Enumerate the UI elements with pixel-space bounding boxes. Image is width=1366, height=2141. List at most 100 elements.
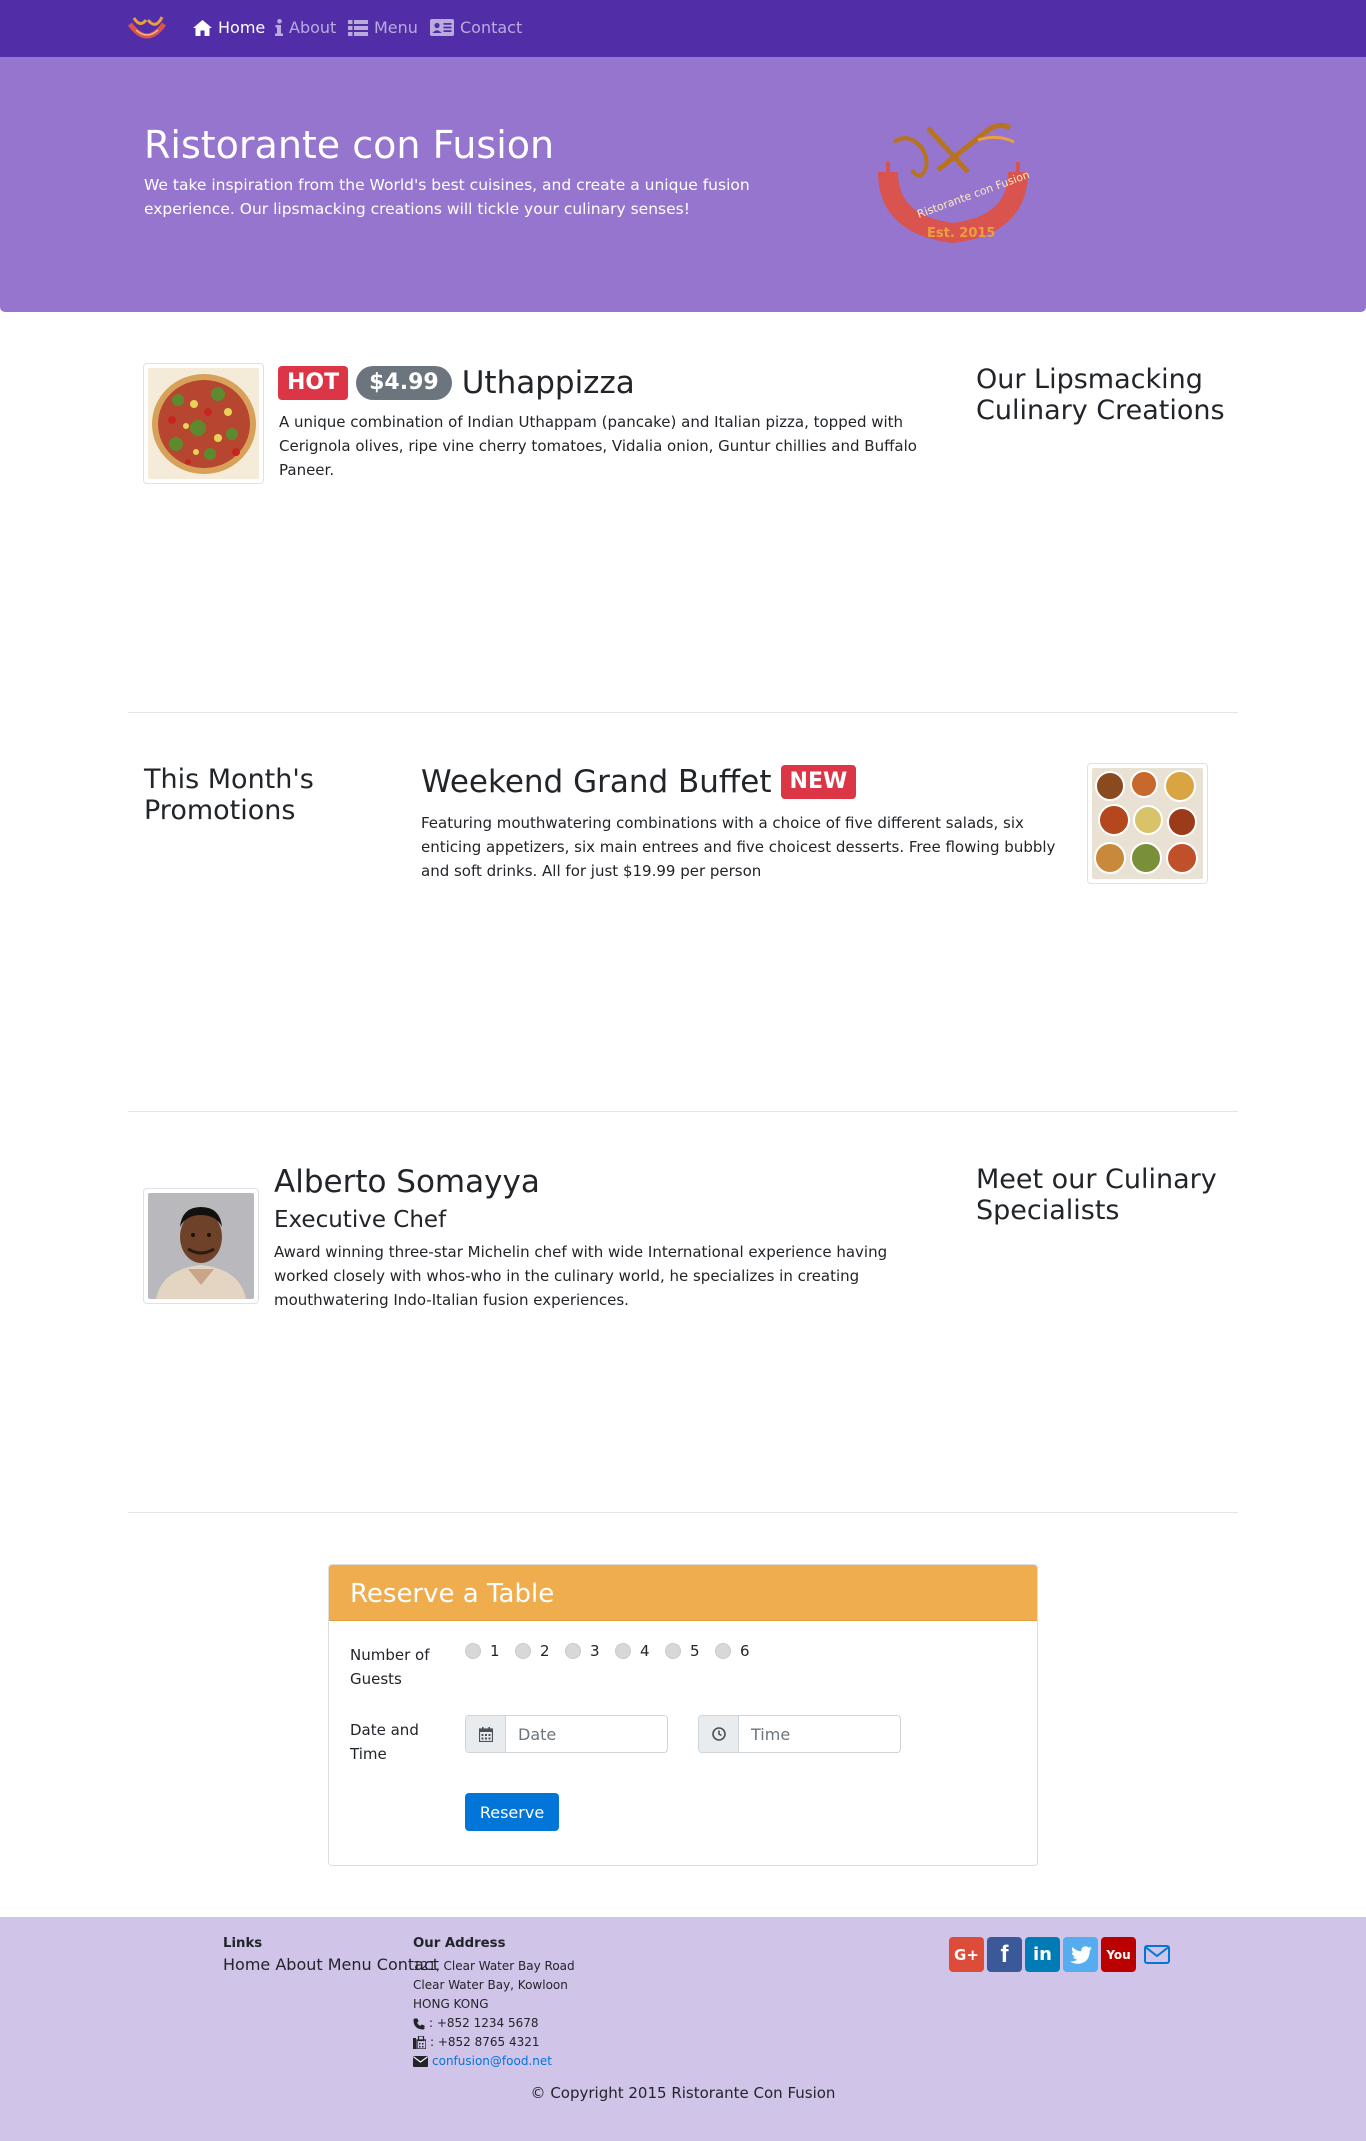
facebook-icon[interactable]: f bbox=[987, 1937, 1022, 1972]
chef-photo bbox=[148, 1193, 254, 1299]
google-plus-icon[interactable]: G+ bbox=[949, 1937, 984, 1972]
section-divider bbox=[128, 1111, 1238, 1112]
guest-option-4[interactable]: 4 bbox=[615, 1642, 650, 1660]
linkedin-icon[interactable]: in bbox=[1025, 1937, 1060, 1972]
youtube-glyph: You bbox=[1106, 1947, 1131, 1962]
radio-button[interactable] bbox=[665, 1643, 681, 1659]
jumbotron-title: Ristorante con Fusion bbox=[144, 123, 555, 167]
reserve-button[interactable]: Reserve bbox=[465, 1793, 559, 1831]
fax-number: : +852 8765 4321 bbox=[430, 2035, 540, 2049]
radio-button[interactable] bbox=[465, 1643, 481, 1659]
jumbotron-text: We take inspiration from the World's bes… bbox=[144, 176, 750, 218]
radio-button[interactable] bbox=[565, 1643, 581, 1659]
google-plus-glyph: G+ bbox=[954, 1945, 979, 1964]
datetime-label: Date and Time bbox=[350, 1721, 419, 1763]
nav-about[interactable]: About bbox=[275, 18, 336, 37]
brand-logo-icon[interactable] bbox=[126, 14, 168, 44]
nav-home-label: Home bbox=[218, 18, 266, 37]
dish-side-heading: Our Lipsmacking Culinary Creations bbox=[976, 364, 1225, 426]
nav-menu[interactable]: Menu bbox=[348, 18, 418, 37]
linkedin-glyph: in bbox=[1033, 1944, 1052, 1965]
section-divider bbox=[128, 712, 1238, 713]
price-badge: $4.99 bbox=[356, 366, 452, 400]
nav-home[interactable]: Home bbox=[193, 18, 265, 37]
footer-links: Links Home About Menu Contact bbox=[223, 1936, 439, 1974]
promotion-side-heading: This Month's Promotions bbox=[144, 764, 314, 826]
guest-option-label: 4 bbox=[640, 1642, 650, 1660]
restaurant-logo: Ristorante con Fusion Est. 2015 bbox=[878, 120, 1053, 245]
promotion-description: Featuring mouthwatering combinations wit… bbox=[421, 814, 1056, 880]
radio-button[interactable] bbox=[515, 1643, 531, 1659]
twitter-icon[interactable] bbox=[1063, 1937, 1098, 1972]
dish-name: Uthappizza bbox=[461, 365, 635, 401]
envelope-icon bbox=[413, 2056, 428, 2067]
buffet-image bbox=[1092, 768, 1203, 879]
mail-icon[interactable] bbox=[1139, 1937, 1174, 1972]
guest-option-label: 1 bbox=[490, 1642, 500, 1660]
fax-line: : +852 8765 4321 bbox=[413, 2033, 575, 2052]
phone-icon bbox=[413, 2018, 425, 2029]
radio-button[interactable] bbox=[615, 1643, 631, 1659]
facebook-glyph: f bbox=[1000, 1940, 1009, 1968]
new-badge: NEW bbox=[780, 765, 857, 799]
guest-option-6[interactable]: 6 bbox=[715, 1642, 750, 1660]
clock-icon bbox=[699, 1716, 739, 1752]
address-line: HONG KONG bbox=[413, 1997, 489, 2011]
info-icon bbox=[275, 19, 283, 36]
promotion-name: Weekend Grand Buffet bbox=[421, 764, 772, 800]
date-input[interactable] bbox=[506, 1716, 666, 1752]
phone-number: : +852 1234 5678 bbox=[429, 2016, 539, 2030]
address-card-icon bbox=[430, 19, 454, 36]
guest-option-5[interactable]: 5 bbox=[665, 1642, 700, 1660]
navbar: Home About Menu Contact bbox=[0, 0, 1366, 57]
hot-badge: HOT bbox=[278, 366, 349, 400]
footer-address: Our Address 121, Clear Water Bay Road Cl… bbox=[413, 1936, 575, 2071]
dish-heading: HOT $4.99 Uthappizza bbox=[278, 365, 635, 401]
leader-designation: Executive Chef bbox=[274, 1207, 447, 1233]
guest-option-label: 6 bbox=[740, 1642, 750, 1660]
guest-option-3[interactable]: 3 bbox=[565, 1642, 600, 1660]
reserve-title: Reserve a Table bbox=[350, 1579, 555, 1609]
reserve-card: Reserve a Table Number of Guests 1 2 3 4… bbox=[328, 1564, 1038, 1866]
address-line: Clear Water Bay, Kowloon bbox=[413, 1978, 568, 1992]
radio-button[interactable] bbox=[715, 1643, 731, 1659]
calendar-icon bbox=[466, 1716, 506, 1752]
phone-line: : +852 1234 5678 bbox=[413, 2014, 575, 2033]
address-heading: Our Address bbox=[413, 1936, 506, 1951]
promotion-heading: Weekend Grand Buffet NEW bbox=[421, 764, 857, 800]
nav-menu-label: Menu bbox=[374, 18, 418, 37]
dish-description: A unique combination of Indian Uthappam … bbox=[279, 413, 917, 479]
footer-link-menu[interactable]: Menu bbox=[328, 1955, 372, 1974]
time-input[interactable] bbox=[739, 1716, 899, 1752]
logo-est: Est. 2015 bbox=[927, 226, 996, 241]
email-link[interactable]: confusion@food.net bbox=[432, 2052, 552, 2071]
promotion-thumbnail bbox=[1087, 763, 1208, 884]
footer-link-about[interactable]: About bbox=[275, 1955, 322, 1974]
guest-option-1[interactable]: 1 bbox=[465, 1642, 500, 1660]
nav-contact[interactable]: Contact bbox=[430, 18, 522, 37]
list-icon bbox=[348, 19, 368, 36]
guest-option-label: 2 bbox=[540, 1642, 550, 1660]
dish-thumbnail bbox=[143, 363, 264, 484]
address-line: 121, Clear Water Bay Road bbox=[413, 1959, 575, 1973]
email-line: confusion@food.net bbox=[413, 2052, 575, 2071]
leader-side-heading: Meet our Culinary Specialists bbox=[976, 1164, 1217, 1226]
links-heading: Links bbox=[223, 1936, 263, 1951]
leader-description: Award winning three-star Michelin chef w… bbox=[274, 1243, 888, 1309]
guest-option-2[interactable]: 2 bbox=[515, 1642, 550, 1660]
leader-name: Alberto Somayya bbox=[274, 1164, 540, 1200]
guest-option-label: 5 bbox=[690, 1642, 700, 1660]
leader-thumbnail bbox=[143, 1188, 259, 1304]
section-divider bbox=[128, 1512, 1238, 1513]
pizza-image bbox=[148, 368, 259, 479]
footer-link-home[interactable]: Home bbox=[223, 1955, 270, 1974]
guests-label: Number of Guests bbox=[350, 1646, 430, 1688]
copyright: © Copyright 2015 Ristorante Con Fusion bbox=[530, 2084, 836, 2102]
home-icon bbox=[193, 19, 212, 36]
date-input-group bbox=[465, 1715, 668, 1753]
time-input-group bbox=[698, 1715, 901, 1753]
guest-option-label: 3 bbox=[590, 1642, 600, 1660]
fax-icon bbox=[413, 2036, 426, 2049]
nav-contact-label: Contact bbox=[460, 18, 523, 37]
youtube-icon[interactable]: You bbox=[1101, 1937, 1136, 1972]
